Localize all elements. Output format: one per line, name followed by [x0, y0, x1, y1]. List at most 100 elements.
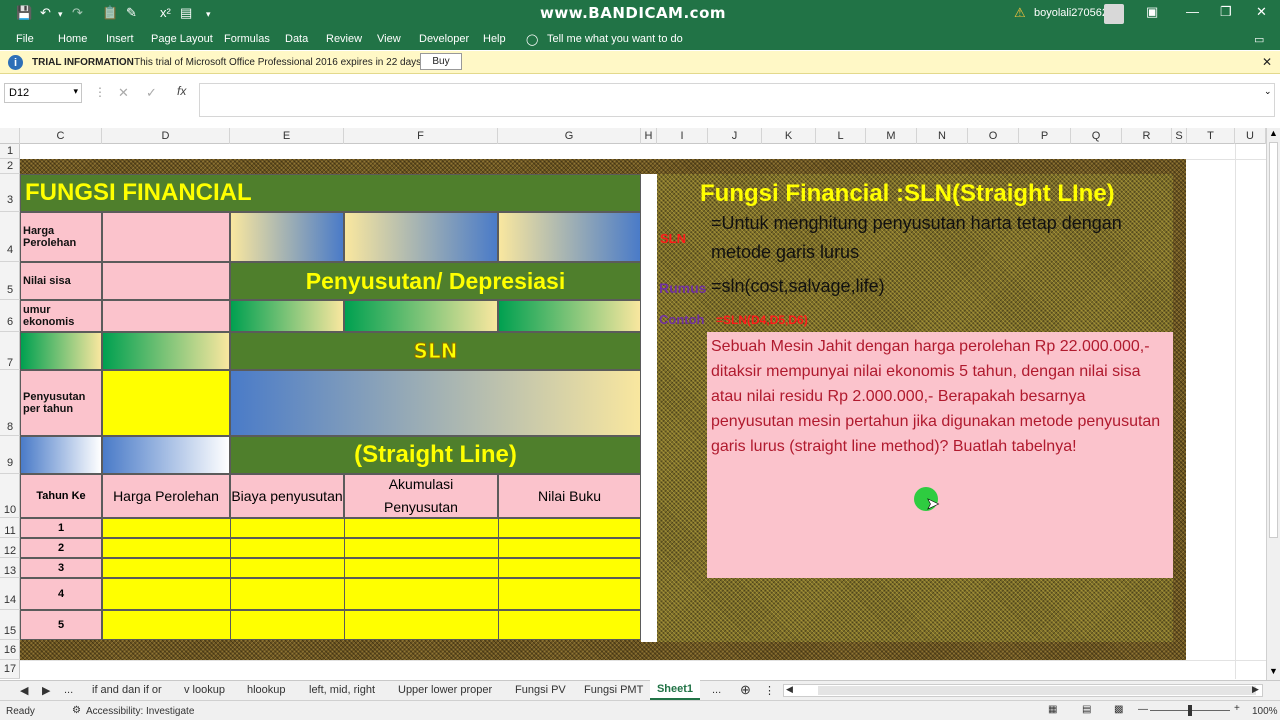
zoom-in-icon[interactable]: +	[1234, 703, 1240, 714]
sheet-tab-more[interactable]: ...	[712, 684, 721, 696]
enter-icon[interactable]: ✓	[146, 85, 157, 101]
scroll-left-icon[interactable]: ◀	[786, 684, 793, 695]
sheet-tab[interactable]: Upper lower proper	[398, 684, 492, 696]
col-header[interactable]: S	[1172, 128, 1187, 144]
sheet-tab[interactable]: Fungsi PV	[515, 684, 566, 696]
sheet-tab-more[interactable]: ...	[64, 684, 73, 696]
close-trial-icon[interactable]: ✕	[1262, 55, 1272, 69]
harga-perolehan-input[interactable]	[102, 212, 230, 262]
expand-formula-icon[interactable]: ⌄	[1264, 86, 1272, 97]
col-header[interactable]: F	[344, 128, 498, 144]
col-header[interactable]: D	[102, 128, 230, 144]
col-header[interactable]: E	[230, 128, 344, 144]
ribbon-display-icon[interactable]: ▣	[1146, 4, 1158, 20]
next-sheet-icon[interactable]: ▶	[42, 684, 50, 697]
tab-data[interactable]: Data	[285, 33, 308, 45]
row-header[interactable]: 5	[0, 262, 20, 300]
avatar[interactable]	[1104, 4, 1124, 24]
col-header[interactable]: Q	[1071, 128, 1122, 144]
comments-icon[interactable]: ▭	[1254, 33, 1264, 46]
prev-sheet-icon[interactable]: ◀	[20, 684, 28, 697]
tab-review[interactable]: Review	[326, 33, 362, 45]
row-header[interactable]: 12	[0, 538, 20, 558]
row-header[interactable]: 11	[0, 518, 20, 538]
scroll-right-icon[interactable]: ▶	[1252, 684, 1259, 695]
row-header[interactable]: 17	[0, 660, 20, 679]
row-header[interactable]: 6	[0, 300, 20, 332]
vertical-scrollbar[interactable]: ▲ ▼	[1266, 128, 1280, 680]
row-header[interactable]: 8	[0, 370, 20, 436]
tab-help[interactable]: Help	[483, 33, 506, 45]
row-header[interactable]: 13	[0, 558, 20, 578]
zoom-level[interactable]: 100%	[1252, 706, 1278, 717]
col-header[interactable]: N	[917, 128, 968, 144]
customize-qa-icon[interactable]: ▾	[206, 9, 211, 20]
tab-splitter-icon[interactable]: ⋮	[764, 684, 775, 697]
row-header[interactable]: 10	[0, 474, 20, 518]
table-row[interactable]	[102, 538, 641, 558]
superscript-icon[interactable]: x²	[160, 5, 171, 20]
sheet-tab-active[interactable]: Sheet1	[650, 680, 700, 700]
row-header[interactable]: 16	[0, 640, 20, 660]
col-header[interactable]: C	[20, 128, 102, 144]
sheet-tab[interactable]: v lookup	[184, 684, 225, 696]
tab-file[interactable]: File	[16, 33, 34, 45]
cancel-icon[interactable]: ✕	[118, 85, 129, 101]
tab-page-layout[interactable]: Page Layout	[151, 33, 213, 45]
page-layout-icon[interactable]: ▤	[1082, 704, 1091, 715]
fill-color-icon[interactable]: ✎	[126, 5, 137, 21]
table-row[interactable]	[102, 578, 641, 610]
paste-icon[interactable]: 📋	[102, 5, 118, 21]
col-header[interactable]: H	[641, 128, 657, 144]
row-header[interactable]: 7	[0, 332, 20, 370]
sheet-tab[interactable]: if and dan if or	[92, 684, 162, 696]
h-scroll-thumb[interactable]	[818, 686, 1256, 695]
tab-home[interactable]: Home	[58, 33, 87, 45]
sheet-tab[interactable]: hlookup	[247, 684, 286, 696]
undo-dropdown-icon[interactable]: ▾	[58, 9, 63, 20]
scroll-thumb[interactable]	[1269, 142, 1278, 538]
umur-ekonomis-input[interactable]	[102, 300, 230, 332]
name-box[interactable]: D12 ▾	[4, 83, 82, 103]
scroll-up-icon[interactable]: ▲	[1269, 128, 1278, 138]
col-header[interactable]: J	[708, 128, 762, 144]
tab-view[interactable]: View	[377, 33, 401, 45]
row-header[interactable]: 9	[0, 436, 20, 474]
row-header[interactable]: 4	[0, 212, 20, 262]
col-header[interactable]: M	[866, 128, 917, 144]
penyusutan-per-tahun-input[interactable]	[102, 370, 230, 436]
col-header[interactable]: I	[657, 128, 708, 144]
col-header[interactable]: U	[1235, 128, 1266, 144]
undo-icon[interactable]: ↶	[40, 5, 51, 21]
col-header[interactable]: L	[816, 128, 866, 144]
horizontal-scrollbar[interactable]: ◀ ▶	[783, 684, 1263, 697]
row-header[interactable]: 2	[0, 159, 20, 174]
insert-function-icon[interactable]: fx	[177, 84, 186, 98]
nilai-sisa-input[interactable]	[102, 262, 230, 300]
sheet-tab[interactable]: left, mid, right	[309, 684, 375, 696]
scroll-down-icon[interactable]: ▼	[1269, 666, 1278, 676]
tab-formulas[interactable]: Formulas	[224, 33, 270, 45]
buy-button[interactable]: Buy	[420, 53, 462, 70]
close-icon[interactable]: ✕	[1256, 4, 1267, 20]
minimize-icon[interactable]: —	[1186, 4, 1199, 19]
tab-insert[interactable]: Insert	[106, 33, 134, 45]
user-name[interactable]: boyolali270562	[1034, 7, 1108, 19]
row-header[interactable]: 14	[0, 578, 20, 610]
table-row[interactable]	[102, 558, 641, 578]
col-header[interactable]: O	[968, 128, 1019, 144]
zoom-out-icon[interactable]: —	[1138, 704, 1148, 715]
formula-input[interactable]	[199, 83, 1275, 117]
zoom-slider-thumb[interactable]	[1188, 705, 1192, 716]
select-all-corner[interactable]	[0, 128, 20, 144]
format-icon[interactable]: ▤	[180, 5, 192, 21]
table-row[interactable]	[102, 610, 641, 640]
tab-developer[interactable]: Developer	[419, 33, 469, 45]
col-header[interactable]: K	[762, 128, 816, 144]
col-header[interactable]: R	[1122, 128, 1172, 144]
col-header[interactable]: T	[1187, 128, 1235, 144]
add-sheet-icon[interactable]: ⊕	[740, 682, 751, 698]
table-row[interactable]	[102, 518, 641, 538]
page-break-icon[interactable]: ▩	[1114, 704, 1123, 715]
row-header[interactable]: 3	[0, 174, 20, 212]
